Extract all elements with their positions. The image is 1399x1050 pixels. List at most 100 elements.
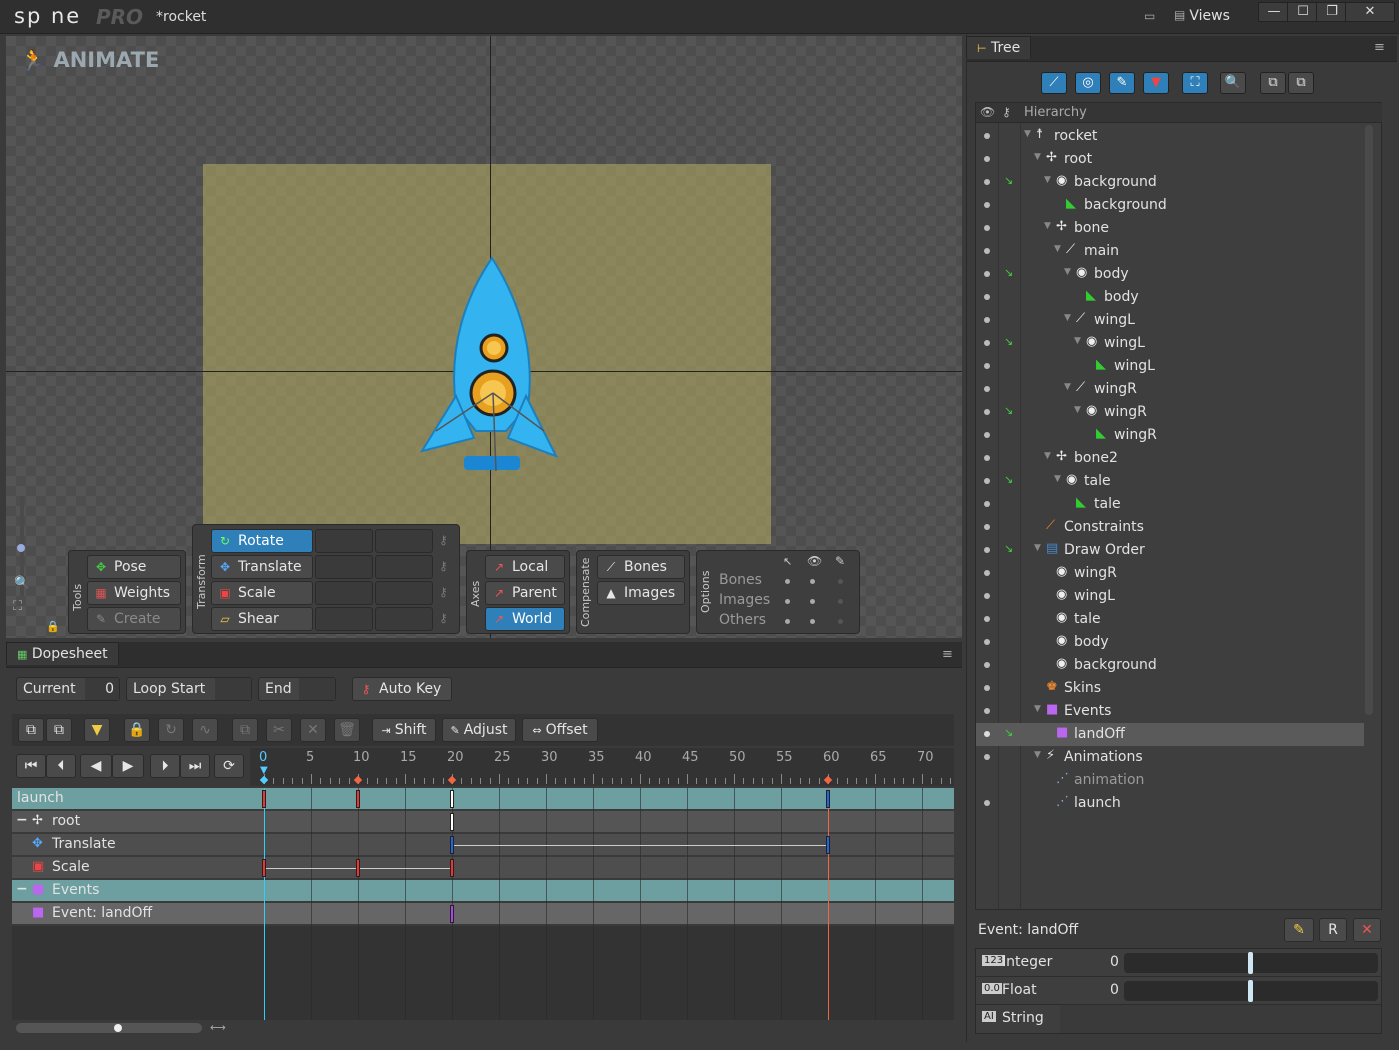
visibility-dot[interactable] <box>984 547 990 553</box>
pose-button[interactable]: ✥ Pose <box>87 555 181 579</box>
tree-menu-icon[interactable]: ≡ <box>1374 40 1385 55</box>
bones-filter-icon[interactable]: ⟋ <box>1041 72 1067 94</box>
visibility-dot[interactable] <box>984 202 990 208</box>
integer-value[interactable]: 0 <box>1110 954 1119 970</box>
lock-keys-icon[interactable]: 🔒 <box>124 718 150 742</box>
rotate-value-field[interactable] <box>315 529 373 553</box>
scale-x-field[interactable] <box>315 581 373 605</box>
expand-arrow-icon[interactable]: ▼ <box>1064 267 1071 277</box>
expand-arrow-icon[interactable]: ▼ <box>1074 405 1081 415</box>
keyframe[interactable] <box>450 813 454 831</box>
duplicate-icon[interactable]: ⧉ <box>232 718 258 742</box>
expand-arrow-icon[interactable]: ▼ <box>1044 175 1051 185</box>
rename-icon[interactable]: ✎ <box>1284 918 1314 942</box>
shear-button[interactable]: ▱ Shear <box>211 607 313 631</box>
play-backward-button[interactable]: ◀ <box>80 754 112 778</box>
tree-item[interactable]: ⋰ launch <box>976 792 1364 815</box>
loop-start-field[interactable]: Loop Start <box>126 677 252 701</box>
restore-button[interactable]: ❐ <box>1316 2 1348 22</box>
images-select-toggle[interactable] <box>785 599 790 604</box>
current-value[interactable]: 0 <box>85 678 119 700</box>
copy-icon[interactable]: ⧉ <box>18 718 44 742</box>
visibility-dot[interactable] <box>984 179 990 185</box>
current-frame-field[interactable]: Current 0 <box>16 677 120 701</box>
tree-item[interactable]: ↘ ▼ ◉ background <box>976 171 1364 194</box>
parent-button[interactable]: ↗ Parent <box>485 581 565 605</box>
timeline-row[interactable]: ▣ Scale <box>12 857 954 879</box>
keyframe[interactable] <box>262 859 266 877</box>
keyframe[interactable] <box>356 859 360 877</box>
scale-y-field[interactable] <box>375 581 433 605</box>
visibility-dot[interactable] <box>984 754 990 760</box>
keyframe[interactable] <box>450 905 454 923</box>
tree-item[interactable]: ▼ ■ Events <box>976 700 1364 723</box>
tree-item[interactable]: ▼ ✢ bone2 <box>976 447 1364 470</box>
loop-icon[interactable]: ↻ <box>158 718 184 742</box>
visibility-dot[interactable] <box>984 409 990 415</box>
key-icon[interactable]: ↘ <box>1004 473 1013 486</box>
tree-item[interactable]: ↘ ▼ ◉ wingL <box>976 332 1364 355</box>
expand-arrow-icon[interactable]: ▼ <box>1034 543 1041 553</box>
expand-arrow-icon[interactable]: ▼ <box>1044 221 1051 231</box>
visibility-dot[interactable] <box>984 156 990 162</box>
tree-item[interactable]: ⟋ Constraints <box>976 516 1364 539</box>
visibility-dot[interactable] <box>984 386 990 392</box>
expand-arrow-icon[interactable]: ▼ <box>1064 313 1071 323</box>
tree-item[interactable]: ◣ background <box>976 194 1364 217</box>
key-icon[interactable]: ↘ <box>1004 542 1013 555</box>
tree-item[interactable]: ↘ ■ landOff <box>976 723 1364 746</box>
expand-arrow-icon[interactable]: ▼ <box>1034 152 1041 162</box>
visibility-dot[interactable] <box>984 271 990 277</box>
string-input[interactable] <box>1060 1005 1381 1033</box>
next-key-button[interactable]: ⏵ <box>150 754 180 778</box>
visibility-dot[interactable] <box>984 225 990 231</box>
maximize-button[interactable]: ☐ <box>1287 2 1319 22</box>
local-button[interactable]: ↗ Local <box>485 555 565 579</box>
weights-button[interactable]: ▦ Weights <box>87 581 181 605</box>
visibility-dot[interactable] <box>984 248 990 254</box>
keyframe[interactable] <box>356 790 360 808</box>
bones-visible-toggle[interactable] <box>810 579 815 584</box>
keyframe[interactable] <box>826 836 830 854</box>
expand-arrow-icon[interactable]: ▼ <box>1074 336 1081 346</box>
images-visible-toggle[interactable] <box>810 599 815 604</box>
key-icon[interactable]: ↘ <box>1004 726 1013 739</box>
attachments-filter-icon[interactable]: ✎ <box>1109 72 1135 94</box>
expand-arrow-icon[interactable]: ▼ <box>1064 382 1071 392</box>
timeline-scrollbar[interactable] <box>16 1023 202 1033</box>
visibility-dot[interactable] <box>984 593 990 599</box>
timeline-row[interactable]: − ✢ root <box>12 811 954 833</box>
rocket-sprite[interactable] <box>416 256 566 481</box>
delete-icon[interactable]: ✕ <box>300 718 326 742</box>
visibility-dot[interactable] <box>984 432 990 438</box>
collapse-toggle-icon[interactable]: − <box>16 881 28 897</box>
visibility-dot[interactable] <box>984 708 990 714</box>
tree-item[interactable]: ⋰ animation <box>976 769 1364 792</box>
loop-playback-button[interactable]: ⟳ <box>214 754 244 778</box>
tree-item[interactable]: ◉ background <box>976 654 1364 677</box>
tree-item[interactable]: ▼ ☨ rocket <box>976 125 1364 148</box>
zoom-handle[interactable] <box>17 544 25 552</box>
loop-start-value[interactable] <box>215 678 251 700</box>
visibility-dot[interactable] <box>984 685 990 691</box>
expand-arrow-icon[interactable]: ▼ <box>1054 244 1061 254</box>
timeline-empty-area[interactable] <box>12 926 954 1020</box>
tree-item[interactable]: ↘ ▼ ◉ tale <box>976 470 1364 493</box>
playhead-icon[interactable]: ▼ <box>260 765 268 776</box>
shift-button[interactable]: ⇥ Shift <box>372 718 436 742</box>
timeline-row[interactable]: ■ Event: landOff <box>12 903 954 925</box>
tree-item[interactable]: ↘ ▼ ▤ Draw Order <box>976 539 1364 562</box>
key-icon[interactable]: ↘ <box>1004 404 1013 417</box>
visibility-dot[interactable] <box>984 662 990 668</box>
tree-item[interactable]: ◉ wingL <box>976 585 1364 608</box>
tab-tree[interactable]: ⊢ Tree <box>966 36 1032 59</box>
focus-icon[interactable]: ⛶ <box>1182 72 1208 94</box>
key-icon[interactable]: ↘ <box>1004 174 1013 187</box>
tree-item[interactable]: ▼ ⟋ wingL <box>976 309 1364 332</box>
world-button[interactable]: ↗ World <box>485 607 565 631</box>
first-frame-button[interactable]: ⏮ <box>16 754 46 778</box>
visibility-dot[interactable] <box>984 800 990 806</box>
visibility-dot[interactable] <box>984 731 990 737</box>
lock-icon[interactable]: 🔒 <box>46 620 60 633</box>
others-visible-toggle[interactable] <box>810 619 815 624</box>
